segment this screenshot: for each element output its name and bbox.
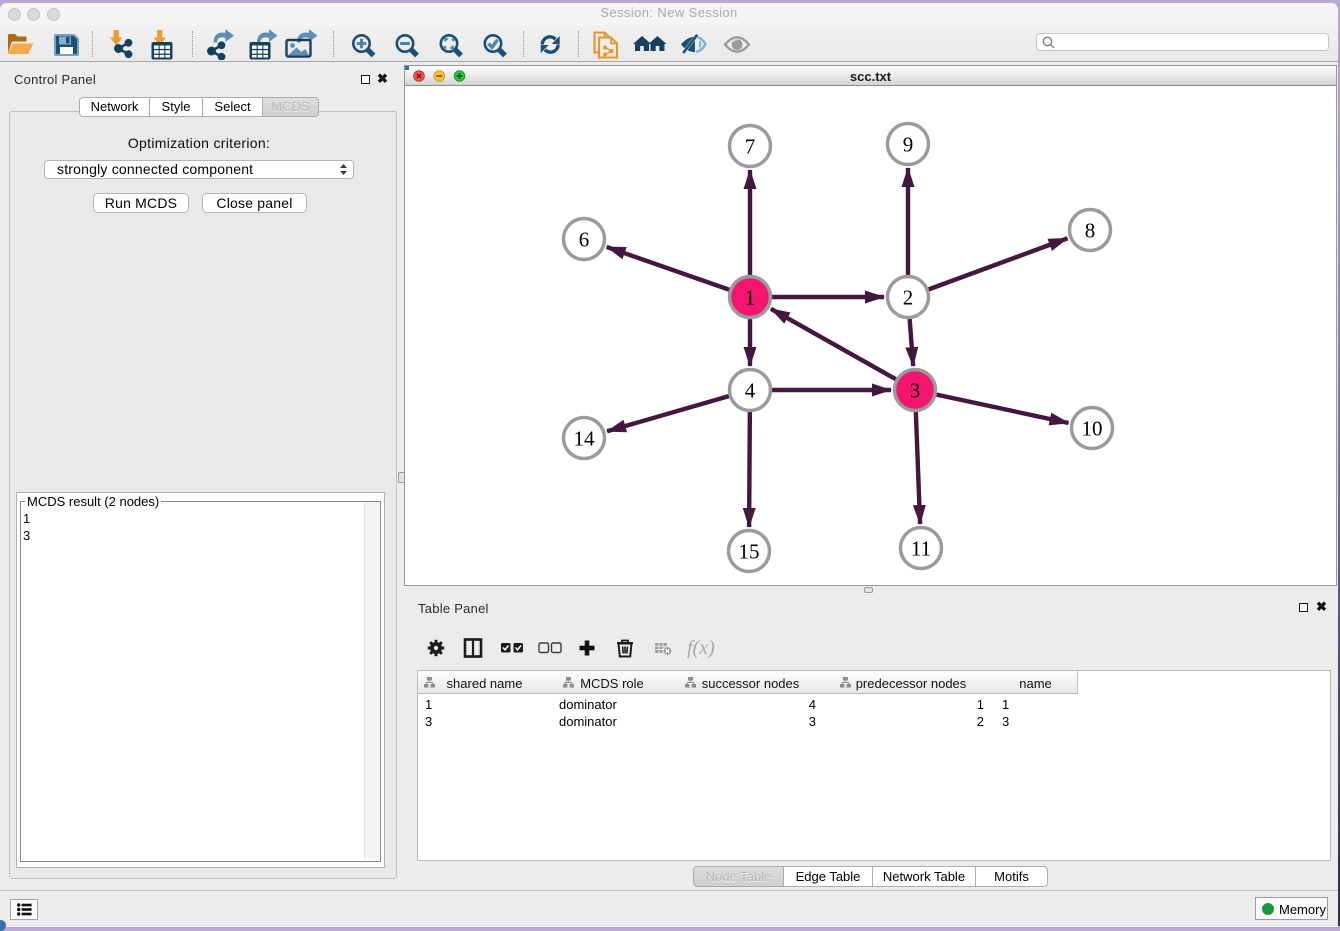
svg-text:3: 3	[910, 379, 921, 403]
svg-text:14: 14	[574, 427, 596, 451]
svg-text:7: 7	[745, 135, 756, 159]
svg-text:10: 10	[1082, 417, 1103, 441]
svg-text:4: 4	[745, 379, 756, 403]
svg-text:8: 8	[1085, 219, 1096, 243]
svg-text:15: 15	[739, 540, 760, 564]
svg-text:1: 1	[745, 286, 756, 310]
svg-text:9: 9	[903, 133, 914, 157]
svg-text:f(x): f(x)	[687, 638, 715, 658]
svg-text:6: 6	[579, 228, 590, 252]
svg-text:11: 11	[911, 537, 931, 561]
svg-text:2: 2	[903, 286, 914, 310]
